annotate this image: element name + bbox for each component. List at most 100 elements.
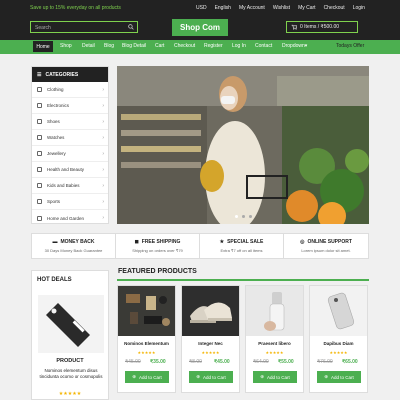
product-old-price: ₹8.00 [189,359,202,365]
product-card[interactable]: Praesent libero ★★★★★ ₹64.00 ₹55.00 ⊕ Add… [245,285,304,393]
hot-deal-image[interactable] [38,295,104,353]
top-links: USD English My Account Wishlist My Cart … [196,5,365,11]
category-home-garden[interactable]: Home and Garden › [32,210,108,226]
nav-blog-detail[interactable]: Blog Detail [122,43,146,49]
hot-deals-title: HOT DEALS [37,277,72,283]
category-watches[interactable]: Watches › [32,130,108,146]
feature-title: MONEY BACK [60,239,95,245]
nav-home[interactable]: Home [33,41,53,52]
category-jewellery[interactable]: Jewellery › [32,146,108,162]
nav-detail[interactable]: Detail [82,43,95,49]
tag-image [38,295,104,353]
categories-title: CATEGORIES [45,71,79,78]
nav-login[interactable]: Log In [232,43,246,49]
site-logo[interactable]: Shop Com [172,19,228,36]
category-sports[interactable]: Sports › [32,194,108,210]
product-old-price: ₹76.00 [317,359,333,365]
my-account-link[interactable]: My Account [239,5,265,11]
nav-register[interactable]: Register [204,43,223,49]
health-icon [37,167,42,172]
login-link[interactable]: Login [353,5,365,11]
category-electronics[interactable]: Electronics › [32,98,108,114]
feature-special-sale: ★ SPECIAL SALE Extra ₹7 off on all items [200,234,284,258]
nav-dropdown-label: Dropdown [282,43,305,49]
feature-subtitle: Lorem ipsum dolor sit amet. [301,248,351,253]
add-to-cart-button[interactable]: ⊕ Add to Cart [189,371,233,383]
product-card[interactable]: Dapibus Diam ★★★★★ ₹76.00 ₹65.00 ⊕ Add to… [309,285,368,393]
hot-deal-rating: ★★★★★ [58,391,82,397]
product-image [246,286,303,336]
product-name[interactable]: Praesent libero [246,341,303,346]
category-label: Electronics [47,103,70,108]
product-price: ₹35.00 [150,359,166,365]
feature-title: FREE SHIPPING [141,239,181,245]
currency-select[interactable]: USD [196,5,207,11]
product-rating: ★★★★★ [137,350,156,355]
slider-dot-1[interactable] [235,215,238,218]
add-to-cart-button[interactable]: ⊕ Add to Cart [253,371,297,383]
features-strip: ▬ MONEY BACK 30 Days Money Back Guarantee… [31,233,369,259]
product-rating: ★★★★★ [329,350,348,355]
nav-checkout[interactable]: Checkout [174,43,195,49]
product-name[interactable]: Nominos Elementum [118,341,175,346]
search-icon[interactable] [128,24,134,30]
add-to-cart-label: Add to Cart [139,374,162,380]
category-clothing[interactable]: Clothing › [32,82,108,98]
featured-products-title: FEATURED PRODUCTS [118,268,197,275]
feature-free-shipping: ◼ FREE SHIPPING Shipping on orders over ₹… [116,234,200,258]
kids-icon [37,183,42,188]
feature-online-support: ◎ ONLINE SUPPORT Lorem ipsum dolor sit am… [284,234,368,258]
cart-button[interactable]: 0 Items / ₹500.00 [286,21,358,33]
category-label: Jewellery [47,151,66,156]
feature-money-back: ▬ MONEY BACK 30 Days Money Back Guarantee [32,234,116,258]
product-card[interactable]: Integer Nec ★★★★★ ₹8.00 ₹45.00 ⊕ Add to C… [181,285,240,393]
chevron-right-icon: › [102,166,104,173]
nav-contact[interactable]: Contact [255,43,272,49]
slider-dot-3[interactable] [249,215,252,218]
todays-offer-link[interactable]: Todays Offer [336,43,364,49]
category-label: Health and Beauty [47,167,85,172]
nav-blog[interactable]: Blog [104,43,114,49]
add-to-cart-label: Add to Cart [267,374,290,380]
add-to-cart-button[interactable]: ⊕ Add to Cart [125,371,169,383]
product-old-price: ₹45.00 [125,359,141,365]
nav-shop[interactable]: Shop [60,43,72,49]
hot-deal-name[interactable]: PRODUCT [32,358,108,364]
chevron-right-icon: › [102,102,104,109]
add-to-cart-button[interactable]: ⊕ Add to Cart [317,371,361,383]
nav-dropdown[interactable]: Dropdown▾ [282,43,307,49]
hero-image [117,66,369,224]
category-shoes[interactable]: Shoes › [32,114,108,130]
chevron-down-icon: ▾ [304,43,308,49]
product-card[interactable]: Nominos Elementum ★★★★★ ₹45.00 ₹35.00 ⊕ A… [117,285,176,393]
product-price: ₹45.00 [214,359,230,365]
electronics-icon [37,103,42,108]
product-price: ₹65.00 [342,359,358,365]
feature-subtitle: 30 Days Money Back Guarantee [44,248,103,253]
featured-divider [117,279,369,281]
product-name[interactable]: Dapibus Diam [310,341,367,346]
category-label: Home and Garden [47,215,85,221]
search-input[interactable]: Search [30,21,138,33]
product-image [118,286,175,336]
chevron-right-icon: › [102,198,104,205]
slider-dot-2[interactable] [242,215,245,218]
category-health-beauty[interactable]: Health and Beauty › [32,162,108,178]
sports-icon [37,199,42,204]
category-label: Sports [47,199,61,204]
cart-icon [291,24,297,30]
checkout-link[interactable]: Checkout [324,5,345,11]
star-icon: ★ [219,239,225,245]
promo-text: Save up to 15% everyday on all products [30,5,121,11]
categories-header[interactable]: ☰ CATEGORIES [32,67,108,82]
language-select[interactable]: English [215,5,231,11]
product-name[interactable]: Integer Nec [182,341,239,346]
categories-panel: ☰ CATEGORIES Clothing › Electronics › Shoes… [31,66,109,224]
hero-banner[interactable] [117,66,369,224]
my-cart-link[interactable]: My Cart [298,5,316,11]
chevron-right-icon: › [102,86,104,93]
wishlist-link[interactable]: Wishlist [273,5,290,11]
chevron-right-icon: › [102,215,104,221]
nav-cart[interactable]: Cart [155,43,164,49]
category-kids-babies[interactable]: Kids and Babies › [32,178,108,194]
